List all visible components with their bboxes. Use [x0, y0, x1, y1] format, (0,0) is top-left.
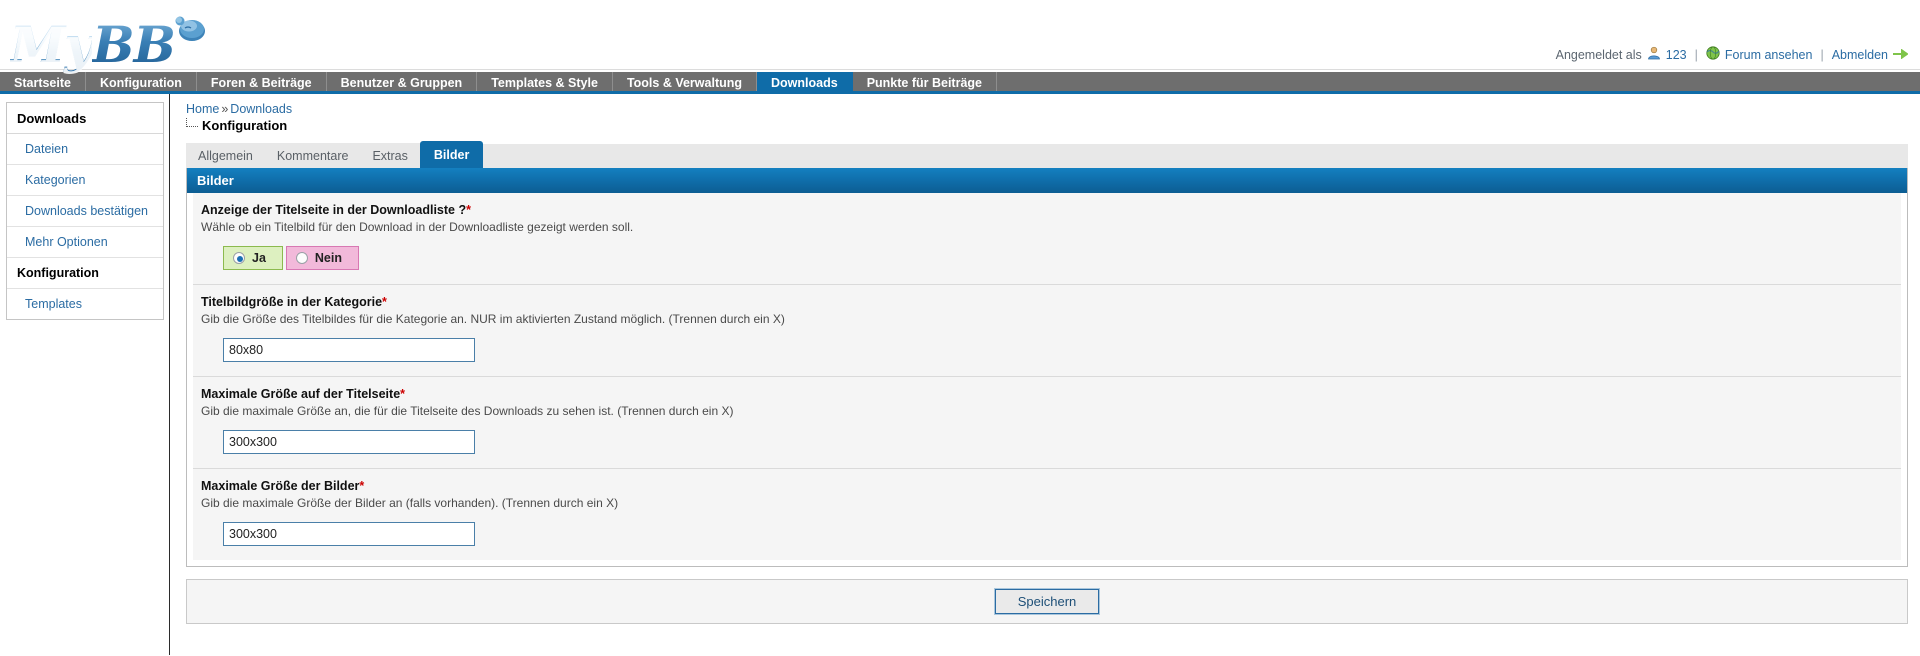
input-max-groesse-titelseite[interactable]	[223, 430, 475, 454]
tab-bilder[interactable]: Bilder	[419, 141, 484, 168]
tree-elbow-icon	[186, 118, 198, 127]
logged-in-label: Angemeldet als	[1555, 47, 1642, 62]
arrow-right-icon	[1893, 48, 1909, 62]
field-label-text: Maximale Größe der Bilder	[201, 479, 360, 493]
sidebar-item-kategorien[interactable]: Kategorien	[7, 165, 163, 196]
field-label: Maximale Größe der Bilder*	[193, 479, 1901, 493]
tab-kommentare[interactable]: Kommentare	[264, 143, 361, 168]
main-navigation-wrapper: Startseite Konfiguration Foren & Beiträg…	[0, 70, 1920, 94]
logo-text-my: My	[10, 15, 93, 74]
userbar-separator-1: |	[1694, 47, 1698, 62]
breadcrumb-current-label: Konfiguration	[202, 118, 288, 133]
field-label-text: Maximale Größe auf der Titelseite	[201, 387, 401, 401]
sidebar-item-dateien[interactable]: Dateien	[7, 134, 163, 165]
logout-link[interactable]: Abmelden	[1832, 48, 1888, 62]
radio-label-nein: Nein	[314, 251, 342, 265]
breadcrumb-downloads[interactable]: Downloads	[230, 102, 292, 116]
field-description: Gib die maximale Größe der Bilder an (fa…	[201, 496, 619, 510]
user-icon	[1647, 46, 1661, 63]
required-marker: *	[359, 479, 365, 493]
field-control	[193, 430, 1901, 454]
field-description: Gib die maximale Größe an, die für die T…	[201, 404, 734, 418]
field-titelbildgroesse-kategorie: Titelbildgröße in der Kategorie* Gib die…	[193, 285, 1901, 377]
save-bar: Speichern	[186, 579, 1908, 624]
settings-form: Anzeige der Titelseite in der Downloadli…	[187, 193, 1907, 566]
user-status-bar: Angemeldet als 123 | Forum ansehen | Abm…	[1555, 46, 1909, 63]
field-label-text: Titelbildgröße in der Kategorie	[201, 295, 383, 309]
nav-item-templates-style[interactable]: Templates & Style	[477, 72, 613, 91]
nav-item-foren-beitraege[interactable]: Foren & Beiträge	[197, 72, 327, 91]
field-max-groesse-bilder: Maximale Größe der Bilder* Gib die maxim…	[193, 469, 1901, 560]
sidebar: Downloads Dateien Kategorien Downloads b…	[6, 102, 164, 320]
forum-view-link[interactable]: Forum ansehen	[1725, 48, 1813, 62]
field-control	[193, 522, 1901, 546]
settings-tabs: Allgemein Kommentare Extras Bilder	[186, 141, 1908, 168]
field-label: Titelbildgröße in der Kategorie*	[193, 295, 1901, 309]
field-control: Ja Nein	[193, 246, 1901, 270]
globe-icon	[1706, 46, 1720, 63]
radio-dot-ja[interactable]	[233, 252, 245, 264]
breadcrumb: Home» Downloads	[186, 102, 1908, 116]
mybb-logo[interactable]: MyBB	[10, 2, 207, 70]
required-marker: *	[400, 387, 406, 401]
required-marker: *	[466, 203, 471, 217]
breadcrumb-home[interactable]: Home	[186, 102, 219, 116]
nav-item-benutzer-gruppen[interactable]: Benutzer & Gruppen	[327, 72, 478, 91]
settings-panel: Bilder Anzeige der Titelseite in der Dow…	[186, 168, 1908, 567]
nav-item-konfiguration[interactable]: Konfiguration	[86, 72, 197, 91]
tab-allgemein[interactable]: Allgemein	[186, 143, 265, 168]
sidebar-heading: Downloads	[7, 103, 163, 134]
radio-option-ja[interactable]: Ja	[223, 246, 283, 270]
tab-extras[interactable]: Extras	[360, 143, 420, 168]
input-max-groesse-bilder[interactable]	[223, 522, 475, 546]
field-label-text: Anzeige der Titelseite in der Downloadli…	[201, 203, 467, 217]
breadcrumb-current: Konfiguration	[186, 118, 1908, 133]
nav-item-downloads[interactable]: Downloads	[757, 72, 853, 91]
radio-option-nein[interactable]: Nein	[285, 246, 359, 270]
main-content: Home» Downloads Konfiguration Allgemein K…	[170, 94, 1920, 624]
field-label: Anzeige der Titelseite in der Downloadli…	[193, 203, 1901, 217]
nav-item-punkte-fuer-beitraege[interactable]: Punkte für Beiträge	[853, 72, 997, 91]
userbar-separator-2: |	[1820, 47, 1824, 62]
speech-bubble-icon	[173, 2, 207, 41]
page-body: Downloads Dateien Kategorien Downloads b…	[0, 94, 1920, 655]
radio-group-titelseite: Ja Nein	[223, 246, 1901, 270]
radio-dot-nein[interactable]	[295, 252, 308, 264]
panel-title: Bilder	[187, 168, 1907, 193]
breadcrumb-chevron: »	[221, 102, 229, 116]
field-description: Gib die Größe des Titelbildes für die Ka…	[201, 312, 785, 326]
logo-text-bb: BB	[92, 15, 176, 74]
nav-item-startseite[interactable]: Startseite	[0, 72, 86, 91]
sidebar-item-mehr-optionen[interactable]: Mehr Optionen	[7, 227, 163, 258]
input-titelbildgroesse-kategorie[interactable]	[223, 338, 475, 362]
tab-filler	[483, 144, 1908, 168]
sidebar-item-templates[interactable]: Templates	[7, 289, 163, 319]
radio-label-ja: Ja	[252, 251, 266, 265]
field-control	[193, 338, 1901, 362]
sidebar-item-konfiguration[interactable]: Konfiguration	[7, 258, 163, 289]
field-titelseite-anzeige: Anzeige der Titelseite in der Downloadli…	[193, 193, 1901, 285]
field-max-groesse-titelseite: Maximale Größe auf der Titelseite* Gib d…	[193, 377, 1901, 469]
save-button[interactable]: Speichern	[993, 588, 1101, 615]
field-label: Maximale Größe auf der Titelseite*	[193, 387, 1901, 401]
required-marker: *	[382, 295, 387, 309]
username-link[interactable]: 123	[1666, 48, 1687, 62]
nav-item-tools-verwaltung[interactable]: Tools & Verwaltung	[613, 72, 758, 91]
sidebar-item-downloads-bestaetigen[interactable]: Downloads bestätigen	[7, 196, 163, 227]
main-navigation: Startseite Konfiguration Foren & Beiträg…	[0, 72, 1920, 94]
field-description: Wähle ob ein Titelbild für den Download …	[201, 220, 634, 234]
page-header: MyBB Angemeldet als 123 | Forum ansehen …	[0, 0, 1920, 70]
